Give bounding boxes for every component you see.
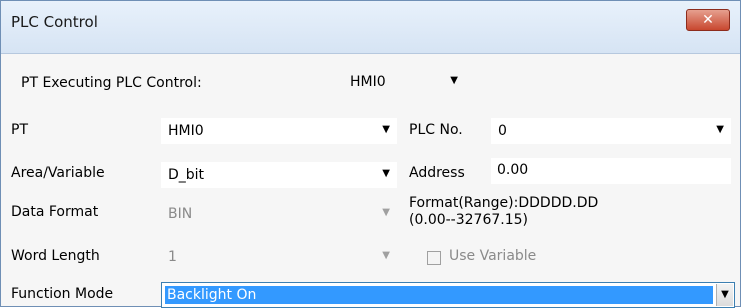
address-value: 0.00: [497, 162, 529, 178]
plc-no-value: 0: [498, 123, 507, 139]
pt-label: PT: [11, 122, 28, 138]
pt-executing-label: PT Executing PLC Control:: [21, 75, 202, 91]
address-field[interactable]: 0.00: [491, 158, 731, 184]
function-mode-value: Backlight On: [165, 286, 713, 304]
pt-executing-value: HMI0: [350, 74, 386, 90]
word-length-value: 1: [168, 249, 177, 265]
close-icon: ✕: [702, 12, 714, 28]
chevron-down-icon[interactable]: ▼: [716, 284, 733, 306]
pt-dropdown[interactable]: HMI0 ▼: [161, 118, 397, 144]
chevron-down-icon: ▼: [716, 124, 724, 135]
plc-no-label: PLC No.: [409, 122, 463, 138]
chevron-down-icon: ▼: [382, 168, 390, 179]
area-variable-label: Area/Variable: [11, 165, 105, 181]
format-range-values: (0.00--32767.15): [409, 212, 528, 228]
use-variable-label: Use Variable: [449, 248, 537, 264]
area-variable-value: D_bit: [168, 167, 205, 183]
word-length-dropdown[interactable]: 1 ▼: [161, 244, 397, 270]
word-length-label: Word Length: [11, 248, 100, 264]
data-format-value: BIN: [168, 206, 193, 222]
chevron-down-icon: ▼: [382, 250, 390, 261]
function-mode-label: Function Mode: [11, 286, 114, 302]
close-button[interactable]: ✕: [686, 9, 730, 31]
data-format-dropdown[interactable]: BIN ▼: [161, 201, 397, 227]
data-format-label: Data Format: [11, 204, 99, 220]
plc-control-dialog: PLC Control ✕ PT Executing PLC Control: …: [0, 0, 741, 308]
function-mode-dropdown[interactable]: Backlight On ▼: [161, 282, 735, 308]
chevron-down-icon: ▼: [382, 207, 390, 218]
area-variable-dropdown[interactable]: D_bit ▼: [161, 162, 397, 188]
pt-executing-dropdown[interactable]: HMI0 ▼: [343, 69, 473, 95]
plc-no-dropdown[interactable]: 0 ▼: [491, 118, 731, 144]
format-range-text: Format(Range):DDDDD.DD: [409, 195, 599, 211]
window-title: PLC Control: [11, 13, 98, 31]
chevron-down-icon: ▼: [382, 124, 390, 135]
chevron-down-icon: ▼: [450, 75, 458, 86]
title-bar: PLC Control ✕: [1, 1, 740, 54]
address-label: Address: [409, 165, 465, 181]
use-variable-checkbox[interactable]: [427, 251, 441, 265]
pt-value: HMI0: [168, 123, 204, 139]
